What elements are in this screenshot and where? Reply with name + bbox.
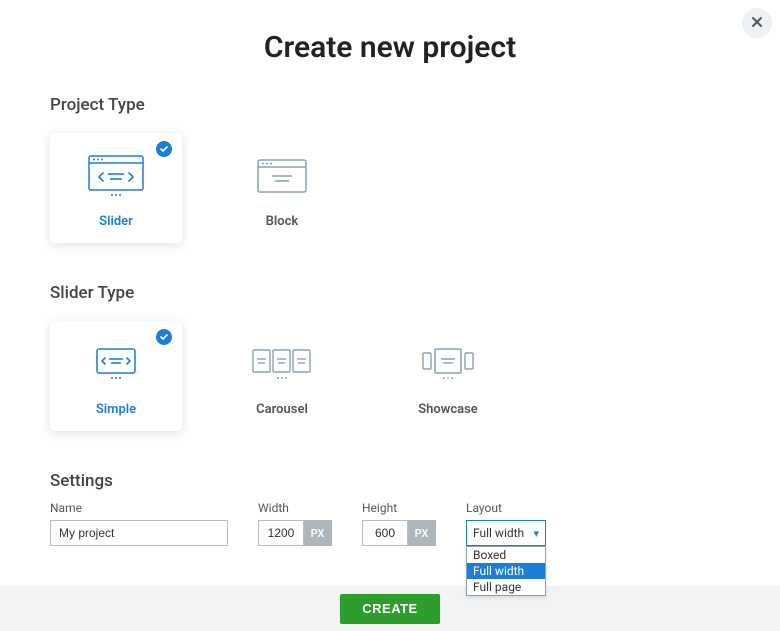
layout-field: Layout Full width ▾ Boxed Full width Ful…: [466, 501, 546, 546]
layout-dropdown: Boxed Full width Full page: [466, 546, 546, 596]
layout-option-fullpage[interactable]: Full page: [467, 579, 545, 595]
simple-slider-icon: [91, 336, 141, 392]
selected-check-icon: [156, 141, 172, 157]
slider-type-simple[interactable]: Simple: [50, 321, 182, 431]
name-field: Name: [50, 501, 228, 546]
showcase-slider-icon: [421, 336, 475, 392]
layout-select[interactable]: Full width ▾: [466, 520, 546, 546]
name-label: Name: [50, 501, 228, 515]
project-type-section: Project Type: [50, 95, 730, 243]
project-type-block[interactable]: Block: [216, 133, 348, 243]
chevron-down-icon: ▾: [533, 527, 539, 540]
dialog-title: Create new project: [50, 30, 730, 65]
layout-selected-value: Full width: [473, 526, 524, 540]
card-label: Carousel: [256, 402, 308, 417]
settings-section: Settings Name Width PX Height PX: [50, 471, 730, 546]
close-button[interactable]: [742, 8, 772, 38]
width-input[interactable]: [258, 520, 304, 546]
project-type-header: Project Type: [50, 95, 730, 115]
layout-option-fullwidth[interactable]: Full width: [467, 563, 545, 579]
width-label: Width: [258, 501, 332, 515]
close-icon: [751, 15, 763, 31]
slider-type-section: Slider Type Simple: [50, 283, 730, 431]
dialog-footer: CREATE: [0, 586, 780, 631]
block-type-icon: [257, 148, 307, 204]
create-button[interactable]: CREATE: [340, 594, 439, 624]
selected-check-icon: [156, 329, 172, 345]
slider-type-carousel[interactable]: Carousel: [216, 321, 348, 431]
height-field: Height PX: [362, 501, 436, 546]
slider-type-header: Slider Type: [50, 283, 730, 303]
card-label: Showcase: [418, 402, 478, 417]
card-label: Simple: [96, 402, 136, 417]
name-input[interactable]: [50, 520, 228, 546]
project-type-slider[interactable]: Slider: [50, 133, 182, 243]
height-label: Height: [362, 501, 436, 515]
layout-option-boxed[interactable]: Boxed: [467, 547, 545, 563]
slider-type-showcase[interactable]: Showcase: [382, 321, 514, 431]
width-unit[interactable]: PX: [304, 520, 332, 546]
card-label: Block: [266, 214, 299, 229]
width-field: Width PX: [258, 501, 332, 546]
layout-label: Layout: [466, 501, 546, 515]
carousel-slider-icon: [251, 336, 313, 392]
card-label: Slider: [99, 214, 133, 229]
settings-header: Settings: [50, 471, 730, 491]
height-unit[interactable]: PX: [408, 520, 436, 546]
height-input[interactable]: [362, 520, 408, 546]
slider-type-icon: [88, 148, 144, 204]
